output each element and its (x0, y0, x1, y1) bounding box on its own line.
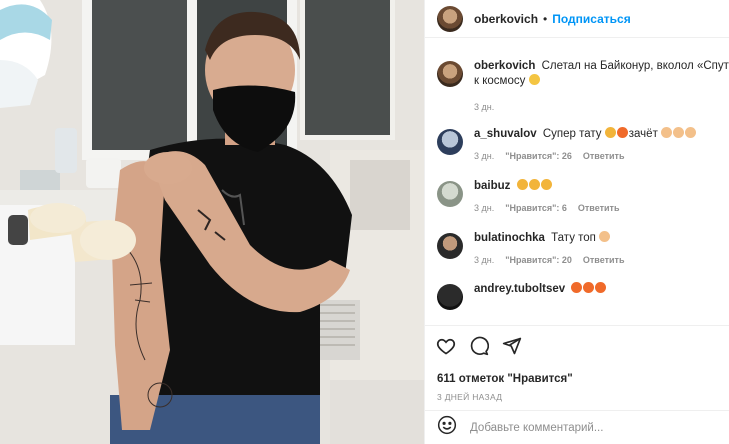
comment-username[interactable]: bulatinochka (474, 232, 545, 244)
comment-meta: 3 дн. "Нравится": 26 Ответить (474, 151, 729, 161)
comments-list[interactable]: oberkovich Слетал на Байконур, вколол «С… (425, 39, 729, 325)
caption-avatar[interactable] (437, 61, 463, 87)
caption-username[interactable]: oberkovich (474, 60, 535, 72)
comment-item: a_shuvalov Супер тату зачёт 3 дн. "Нрави… (437, 127, 729, 161)
comment-item: bulatinochka Тату топ 3 дн. "Нравится": … (437, 231, 729, 265)
caption-line2: к космосу (474, 75, 526, 87)
post-timestamp[interactable]: 3 ДНЕЙ НАЗАД (437, 392, 502, 402)
reply-button[interactable]: Ответить (578, 203, 620, 213)
share-icon[interactable] (502, 336, 522, 356)
comment-time[interactable]: 3 дн. (474, 255, 494, 265)
reply-button[interactable]: Ответить (583, 255, 625, 265)
clapping-hands-emoji (604, 127, 616, 138)
comment-icon[interactable] (469, 336, 489, 356)
separator-dot: • (543, 11, 548, 26)
comment-meta: 3 дн. "Нравится": 6 Ответить (474, 203, 729, 213)
comment-likes[interactable]: "Нравится": 26 (505, 151, 572, 161)
smiley-icon[interactable] (437, 415, 457, 440)
comment-input[interactable] (470, 421, 720, 434)
fire-emoji (583, 282, 595, 293)
fire-emoji (571, 282, 583, 293)
comment-time[interactable]: 3 дн. (474, 203, 494, 213)
clapping-hands-emoji (516, 179, 528, 190)
comment-item: baibuz 3 дн. "Нравится": 6 Ответить (437, 179, 729, 213)
comment-body: Супер тату (542, 128, 602, 140)
comment-username[interactable]: andrey.tuboltsev (474, 283, 565, 295)
heart-icon[interactable] (436, 336, 456, 356)
action-icons (436, 336, 522, 356)
grinning-face-emoji (528, 74, 540, 85)
post-image (0, 0, 424, 444)
likes-count[interactable]: 611 отметок "Нравится" (437, 373, 573, 385)
add-comment-bar (425, 410, 729, 444)
commenter-avatar[interactable] (437, 129, 463, 155)
caption-time[interactable]: 3 дн. (474, 102, 494, 112)
follow-button[interactable]: Подписаться (552, 12, 630, 26)
comment-body: Тату топ (551, 232, 596, 244)
thumbs-up-emoji (685, 127, 697, 138)
author-username[interactable]: oberkovich (474, 12, 538, 26)
comment-text: andrey.tuboltsev (474, 282, 729, 297)
comment-username[interactable]: a_shuvalov (474, 128, 537, 140)
fire-emoji (595, 282, 607, 293)
post-actions: 611 отметок "Нравится" 3 ДНЕЙ НАЗАД (425, 325, 729, 443)
author-avatar[interactable] (437, 5, 463, 32)
post-photo[interactable] (0, 0, 424, 444)
reply-button[interactable]: Ответить (583, 151, 625, 161)
clapping-hands-emoji (540, 179, 552, 190)
thumbs-up-emoji (599, 231, 611, 242)
commenter-avatar[interactable] (437, 181, 463, 207)
clapping-hands-emoji (528, 179, 540, 190)
thumbs-up-emoji (673, 127, 685, 138)
comment-body-tail: зачёт (628, 128, 658, 140)
post-header: oberkovich • Подписаться (425, 0, 729, 38)
comment-likes[interactable]: "Нравится": 20 (505, 255, 572, 265)
comment-username[interactable]: baibuz (474, 180, 510, 192)
caption-text: oberkovich Слетал на Байконур, вколол «С… (474, 59, 729, 89)
thumbs-up-emoji (661, 127, 673, 138)
comment-meta: 3 дн. "Нравится": 20 Ответить (474, 255, 729, 265)
comment-text: baibuz (474, 179, 729, 194)
comment-text: a_shuvalov Супер тату зачёт (474, 127, 729, 142)
comment-likes[interactable]: "Нравится": 6 (505, 203, 567, 213)
caption-meta: 3 дн. (474, 102, 729, 112)
comment-time[interactable]: 3 дн. (474, 151, 494, 161)
post-side-panel: oberkovich • Подписаться oberkovich Слет… (424, 0, 729, 444)
commenter-avatar[interactable] (437, 233, 463, 259)
caption-line1: Слетал на Байконур, вколол «Спутник (541, 60, 729, 72)
commenter-avatar[interactable] (437, 284, 463, 310)
caption: oberkovich Слетал на Байконур, вколол «С… (437, 59, 729, 112)
fire-emoji (616, 127, 628, 138)
comment-item: andrey.tuboltsev (437, 282, 729, 310)
comment-text: bulatinochka Тату топ (474, 231, 729, 246)
